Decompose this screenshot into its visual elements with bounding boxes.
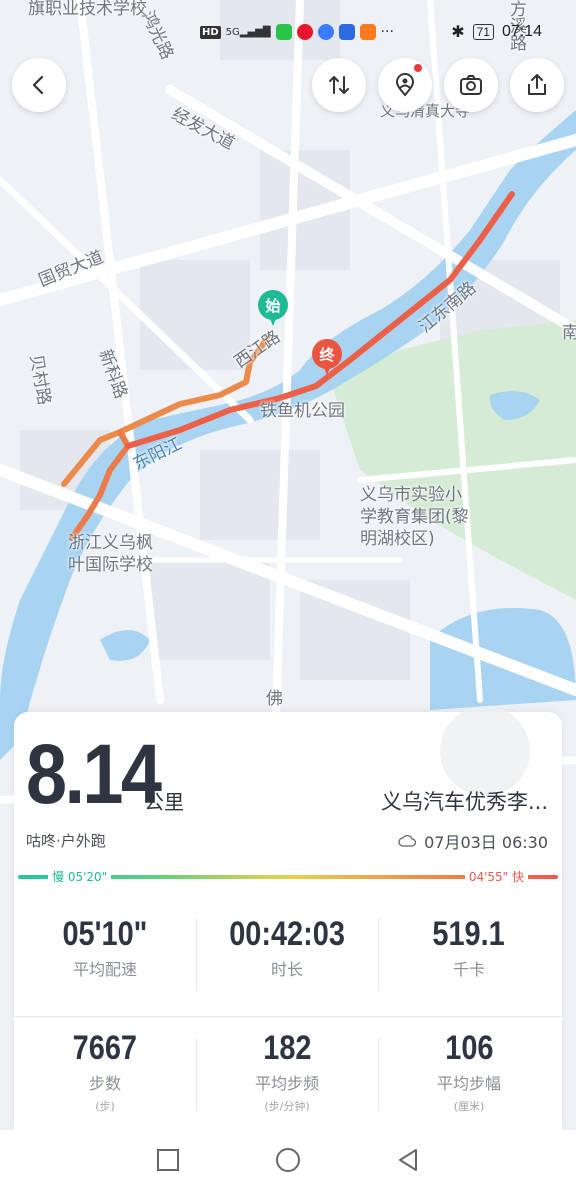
weibo-icon — [296, 24, 313, 40]
route-switch-button[interactable] — [312, 58, 366, 112]
run-summary-card: 8.14 公里 义乌汽车优秀李... 咕咚·户外跑 07月03日 06:30 慢… — [14, 706, 562, 1132]
stat-duration: 00:42:03 时长 — [196, 916, 378, 980]
stat-cadence: 182 平均步频 (步/分钟) — [196, 1030, 378, 1114]
distance-unit: 公里 — [144, 790, 184, 814]
stat-steps: 7667 步数 (步) — [14, 1030, 196, 1114]
stat-unit: (厘米) — [453, 1100, 485, 1113]
map-label-park: 铁鱼机公园 — [260, 401, 345, 421]
run-source: 咕咚·户外跑 — [26, 832, 106, 850]
map-label-south: 南 — [562, 323, 576, 343]
distance-value: 8.14 — [26, 727, 162, 821]
battery-icon: 71 — [472, 24, 494, 40]
stat-label: 平均配速 — [72, 960, 137, 979]
cloud-icon — [398, 834, 417, 847]
stat-label: 步数 — [88, 1074, 121, 1093]
camera-icon — [460, 75, 482, 95]
map-label-fo-road: 佛 — [266, 689, 283, 709]
notification-dot — [414, 64, 422, 72]
5g-signal-icon: 5G▂▄▆█ — [225, 26, 271, 38]
back-button[interactable] — [12, 58, 66, 112]
pace-slow-label: 慢 05'20" — [48, 868, 112, 885]
stat-value: 05'10" — [62, 915, 148, 953]
back-nav-icon[interactable] — [396, 1148, 420, 1172]
back-icon — [32, 75, 44, 95]
run-date: 07月03日 06:30 — [398, 829, 548, 853]
status-right: ✱ 71 07:14 — [451, 22, 542, 42]
home-icon[interactable] — [275, 1147, 301, 1173]
share-icon — [528, 74, 546, 95]
system-nav-bar — [0, 1130, 576, 1188]
stat-label: 平均步频 — [254, 1074, 319, 1093]
recents-icon[interactable] — [156, 1148, 180, 1172]
stat-label: 千卡 — [452, 960, 485, 979]
location-person-icon — [395, 73, 415, 97]
stat-calories: 519.1 千卡 — [378, 916, 560, 980]
map-label-primary-school: 义乌市实验小学教育集团(黎明湖校区) — [360, 485, 469, 549]
end-marker[interactable]: 终 — [312, 339, 342, 379]
route-switch-icon — [329, 76, 349, 94]
share-button[interactable] — [510, 58, 564, 112]
run-date-text: 07月03日 06:30 — [424, 833, 548, 852]
chat-icon — [338, 24, 355, 40]
status-bar: HD 5G▂▄▆█ ··· ✱ 71 07:14 — [0, 0, 576, 64]
run-place: 义乌汽车优秀李... — [380, 790, 548, 814]
stat-value: 182 — [262, 1029, 312, 1067]
stat-stride: 106 平均步幅 (厘米) — [378, 1030, 560, 1114]
stat-unit: (步/分钟) — [264, 1100, 310, 1113]
hd-icon: HD — [200, 25, 221, 39]
stat-value: 519.1 — [432, 915, 506, 953]
stat-value: 00:42:03 — [229, 915, 345, 953]
wechat-icon — [275, 24, 292, 40]
card-handle-circle[interactable] — [440, 706, 530, 796]
stat-avg-pace: 05'10" 平均配速 — [14, 916, 196, 980]
stat-label: 时长 — [270, 960, 303, 979]
status-left-icons: HD 5G▂▄▆█ ··· — [200, 24, 394, 40]
video-icon — [359, 24, 376, 40]
pace-fast-label: 04'55" 快 — [464, 868, 528, 885]
stat-value: 7667 — [72, 1029, 138, 1067]
stat-label: 平均步幅 — [436, 1074, 501, 1093]
map-label-international-school: 浙江义乌枫叶国际学校 — [68, 533, 153, 575]
music-icon — [317, 24, 334, 40]
more-icon: ··· — [380, 24, 394, 40]
stat-unit: (步) — [95, 1100, 115, 1113]
bluetooth-icon: ✱ — [451, 24, 465, 41]
status-time: 07:14 — [501, 23, 542, 40]
stat-value: 106 — [444, 1029, 494, 1067]
camera-button[interactable] — [444, 58, 498, 112]
start-marker[interactable]: 始 — [258, 290, 288, 330]
location-button[interactable] — [378, 58, 432, 112]
